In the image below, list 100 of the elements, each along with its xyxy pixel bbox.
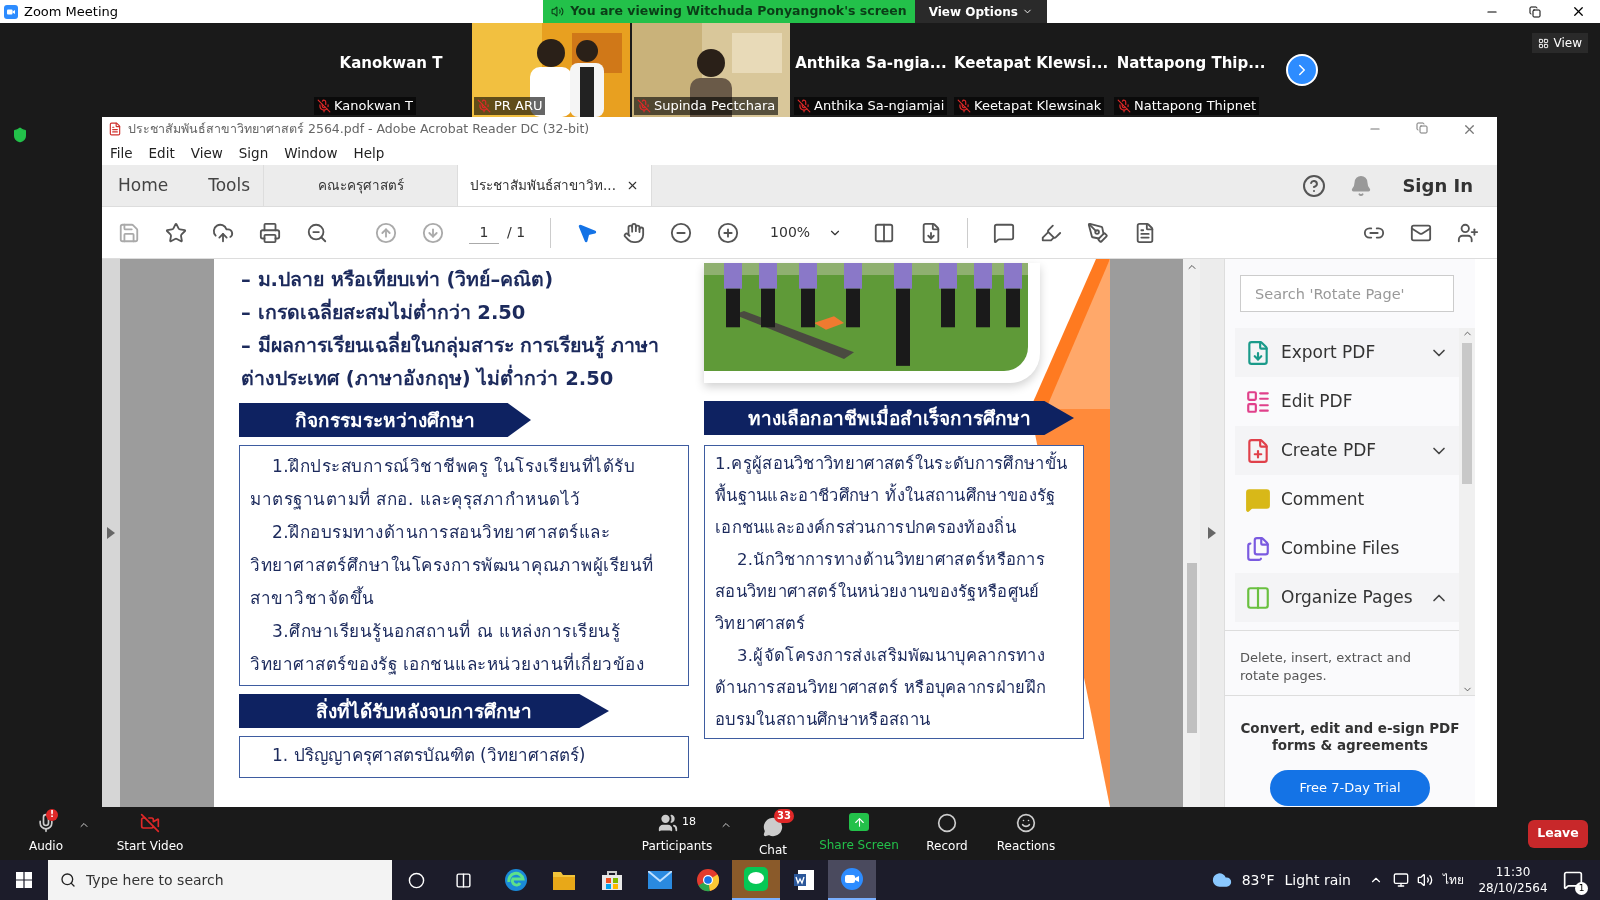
- pdf-icon: [108, 122, 122, 136]
- menu-item[interactable]: Help: [353, 142, 385, 164]
- mic-icon: [36, 812, 56, 833]
- requirement-text: – ม.ปลาย หรือเทียบเท่า (วิทย์–คณิต): [241, 267, 555, 293]
- share-screen-button[interactable]: Share Screen: [814, 813, 904, 854]
- task-view-icon[interactable]: [455, 871, 472, 889]
- section-heading: ทางเลือกอาชีพเมื่อสำเร็จการศึกษา: [704, 401, 1074, 435]
- document-tab[interactable]: ประชาสัมพันธ์สาขาวิท...: [458, 165, 652, 206]
- star-icon[interactable]: [165, 221, 187, 244]
- zoom-dropdown[interactable]: 100%: [764, 222, 849, 243]
- start-video-button[interactable]: Start Video: [100, 812, 200, 855]
- columns-icon: [1245, 584, 1271, 611]
- notification-button[interactable]: 1: [1558, 865, 1588, 895]
- participant-display-name: Keetapat Klewsi...: [953, 52, 1109, 74]
- hand-icon[interactable]: [623, 221, 646, 244]
- video-camera-icon: [4, 4, 18, 19]
- chat-button[interactable]: 33 Chat: [732, 808, 814, 859]
- windows-start-icon[interactable]: [16, 872, 32, 888]
- chat-bubble-icon[interactable]: [744, 867, 768, 891]
- sign-in-link[interactable]: Sign In: [1402, 172, 1473, 199]
- weather-text: Light rain: [1284, 870, 1351, 890]
- people-icon: [658, 812, 678, 833]
- menu-item[interactable]: Sign: [238, 142, 269, 164]
- menu-item[interactable]: File: [110, 142, 133, 164]
- nav-tab[interactable]: Tools: [208, 172, 251, 199]
- document-icon[interactable]: [792, 868, 816, 892]
- print-icon[interactable]: [259, 221, 281, 244]
- unread-badge: 33: [774, 808, 794, 823]
- participants-button[interactable]: 18 Participants: [634, 812, 720, 855]
- paragraph: 1.ฝึกประสบการณ์วิชาชีพครู ในโรงเรียนที่ได้รับมาตรฐานตามที่ สกอ. และคุรุสภากำหนดไว้: [250, 453, 637, 512]
- video-camera-icon[interactable]: [840, 867, 864, 891]
- cortana-icon[interactable]: [408, 871, 425, 889]
- grid-icon: [1537, 37, 1549, 49]
- search-field[interactable]: Search 'Rotate Page': [1240, 275, 1454, 312]
- speaker-icon: [551, 5, 565, 18]
- clock[interactable]: 11:30 28/10/2564: [1478, 864, 1548, 896]
- add-user-icon[interactable]: [1457, 221, 1479, 244]
- tool-item[interactable]: Export PDF: [1235, 328, 1459, 377]
- shopping-bag-icon[interactable]: [601, 869, 623, 891]
- pen-icon[interactable]: [1087, 221, 1110, 244]
- trial-button[interactable]: Free 7-Day Trial: [1270, 770, 1430, 806]
- menu-item[interactable]: Edit: [148, 142, 175, 164]
- menu-item[interactable]: Window: [284, 142, 338, 164]
- expand-arrow-icon[interactable]: [1208, 527, 1216, 539]
- edge-icon[interactable]: [504, 868, 528, 892]
- menu-item[interactable]: View: [190, 142, 223, 164]
- notification-count: 1: [1575, 882, 1588, 895]
- files-icon: [1245, 535, 1271, 562]
- tool-item[interactable]: Comment: [1235, 475, 1459, 524]
- paragraph: 1.ครูผู้สอนวิชาวิทยาศาสตร์ในระดับการศึกษาขั้นพื้นฐานและอาชีวศึกษา ทั้งในสถานศึกษาของรัฐ เอกชนและองค์กรส่วนการปกครองท้องถิ่น: [715, 448, 1073, 544]
- view-button[interactable]: View: [1531, 33, 1588, 53]
- paragraph: 2.นักวิชาการทางด้านวิทยาศาสตร์หรือการสอนวิทยาศาสตร์ในหน่วยงานของรัฐหรือศูนย์วิทยาศาสตร์: [715, 549, 1047, 635]
- requirement-text: – มีผลการเรียนเฉลี่ยในกลุ่มสาระ การเรียนรู้ ภาษาต่างประเทศ (ภาษาอังกฤษ) ไม่ต่ำกว่า 2.50: [241, 329, 689, 395]
- network-icon[interactable]: [1393, 872, 1409, 888]
- requirement-text: – เกรดเฉลี่ยสะสมไม่ต่ำกว่า 2.50: [241, 296, 689, 329]
- expand-arrow-icon[interactable]: [107, 527, 115, 539]
- nav-tab[interactable]: Home: [118, 172, 169, 199]
- description-text: Delete, insert, extract and rotate pages.: [1240, 649, 1412, 685]
- chrome-icon[interactable]: [696, 868, 720, 892]
- arrow-up-icon: [852, 815, 866, 829]
- paragraph: 1. ปริญญาครุศาสตรบัณฑิต (วิทยาศาสตร์): [271, 744, 587, 768]
- section-heading: กิจกรรมระหว่างศึกษา: [239, 403, 531, 437]
- next-page-button[interactable]: [1286, 54, 1318, 86]
- folder-icon[interactable]: [552, 869, 576, 891]
- help-icon[interactable]: [1302, 173, 1327, 198]
- leave-button[interactable]: Leave: [1528, 819, 1588, 848]
- tool-item[interactable]: Combine Files: [1235, 524, 1459, 573]
- search-icon: [60, 872, 76, 888]
- volume-icon[interactable]: [1417, 872, 1433, 888]
- tool-item[interactable]: Organize Pages: [1235, 573, 1459, 622]
- zoom-out-icon[interactable]: [306, 221, 328, 244]
- page-number-field[interactable]: 1: [469, 221, 499, 244]
- cloud-icon: [1211, 870, 1232, 890]
- restore-icon[interactable]: [1529, 5, 1541, 18]
- participant-name: Supinda Pectchara: [654, 97, 776, 116]
- view-options-button[interactable]: View Options: [914, 0, 1047, 23]
- scrollbar-thumb[interactable]: [1186, 563, 1197, 733]
- tool-item[interactable]: Edit PDF: [1235, 377, 1459, 426]
- taskbar-app[interactable]: [828, 860, 876, 900]
- file-plus-icon: [1245, 437, 1271, 464]
- participant-display-name: Kanokwan T: [339, 52, 443, 74]
- paragraph: 2.ฝึกอบรมทางด้านการสอนวิทยาศาสตร์และวิทยาศาสตร์ศึกษาในโครงการพัฒนาคุณภาพผู้เรียนที่สาขาวิชาจัดขึ้น: [250, 521, 655, 610]
- section-heading: สิ่งที่ได้รับหลังจบการศึกษา: [239, 694, 609, 728]
- video-off-icon: [139, 812, 161, 833]
- participant-name: Kanokwan T: [334, 97, 413, 116]
- comment-icon[interactable]: [993, 221, 1016, 244]
- participant-name: Anthika Sa-ngiamjai: [814, 97, 945, 116]
- taskbar-search-field[interactable]: Type here to search: [48, 860, 392, 900]
- record-button[interactable]: Record: [904, 812, 990, 855]
- scrollbar-thumb[interactable]: [1462, 343, 1472, 484]
- cloud-upload-icon[interactable]: [212, 221, 234, 244]
- language-indicator[interactable]: ไทย: [1443, 871, 1464, 889]
- tool-item[interactable]: Create PDF: [1235, 426, 1459, 475]
- participant-name: Keetapat Klewsinak: [974, 97, 1102, 116]
- window-title: ประชาสัมพันธ์สาขาวิทยาศาสตร์ 2564.pdf - Adobe Acrobat Reader DC (32-bit): [128, 119, 591, 138]
- zoom-in-icon[interactable]: [717, 221, 740, 244]
- close-icon[interactable]: [1571, 4, 1586, 19]
- paragraph: 3.ศึกษาเรียนรู้นอกสถานที่ ณ แหล่งการเรียนรู้วิทยาศาสตร์ของรัฐ เอกชนและหน่วยงานที่เกี่ยวข้อง: [250, 618, 646, 677]
- reactions-button[interactable]: Reactions: [990, 812, 1062, 855]
- zoom-out-icon[interactable]: [670, 221, 693, 244]
